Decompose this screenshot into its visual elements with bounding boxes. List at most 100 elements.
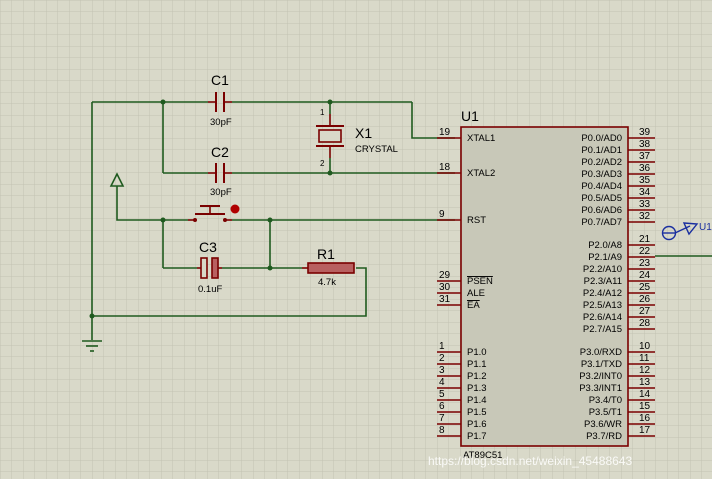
c2-ref: C2 bbox=[211, 144, 229, 160]
c2-value: 30pF bbox=[210, 187, 232, 198]
pin-name: P3.7/RD bbox=[586, 431, 622, 442]
pin-number: 27 bbox=[639, 306, 651, 317]
pin-name: P0.2/AD2 bbox=[581, 157, 622, 168]
pin-number: 35 bbox=[639, 175, 651, 186]
pin-name: P1.0 bbox=[467, 347, 487, 358]
pin-number: 4 bbox=[439, 377, 445, 388]
pin-name: P0.6/AD6 bbox=[581, 205, 622, 216]
pin-number: 15 bbox=[639, 401, 651, 412]
schematic-canvas[interactable]: C1 30pF C2 30pF 1 2 X1 CRYSTAL C3 0.1uF … bbox=[0, 0, 712, 479]
pin-number: 7 bbox=[439, 413, 445, 424]
c1-ref: C1 bbox=[211, 72, 229, 88]
pin-name: P3.1/TXD bbox=[581, 359, 622, 370]
pin-number: 32 bbox=[639, 211, 651, 222]
pin-name: P0.0/AD0 bbox=[581, 133, 622, 144]
pin-name: P1.7 bbox=[467, 431, 487, 442]
pin-name: P1.4 bbox=[467, 395, 487, 406]
pin-number: 17 bbox=[639, 425, 651, 436]
junction-dot bbox=[267, 265, 273, 271]
offpage-label: U1 bbox=[699, 222, 712, 233]
pin-name: P3.2/INT0 bbox=[579, 371, 622, 382]
r1-value: 4.7k bbox=[318, 277, 336, 288]
pin-number: 30 bbox=[439, 282, 451, 293]
pin-name: P0.7/AD7 bbox=[581, 217, 622, 228]
chip-ref: U1 bbox=[461, 108, 479, 124]
pin-number: 39 bbox=[639, 127, 651, 138]
pin-name: P2.6/A14 bbox=[583, 312, 622, 323]
pin-number: 14 bbox=[639, 389, 651, 400]
pin-number: 21 bbox=[639, 234, 651, 245]
pin-name: P1.5 bbox=[467, 407, 487, 418]
pin-name: P1.3 bbox=[467, 383, 487, 394]
pin-name: PSEN bbox=[467, 276, 493, 287]
x1-pin1: 1 bbox=[320, 108, 325, 117]
x1-ref: X1 bbox=[355, 125, 372, 141]
pin-number: 34 bbox=[639, 187, 651, 198]
pin-number: 31 bbox=[439, 294, 451, 305]
junction-dot bbox=[160, 217, 166, 223]
pin-number: 29 bbox=[439, 270, 451, 281]
pin-name: P1.1 bbox=[467, 359, 487, 370]
pin-name: P2.5/A13 bbox=[583, 300, 622, 311]
pin-number: 23 bbox=[639, 258, 651, 269]
pin-name: P2.1/A9 bbox=[588, 252, 622, 263]
pin-number: 12 bbox=[639, 365, 651, 376]
pin-name: P0.3/AD3 bbox=[581, 169, 622, 180]
pin-name: RST bbox=[467, 215, 486, 226]
pin-number: 2 bbox=[439, 353, 445, 364]
c3-value: 0.1uF bbox=[198, 284, 222, 295]
pin-number: 11 bbox=[639, 353, 650, 364]
pin-name: P3.0/RXD bbox=[580, 347, 622, 358]
pin-name: P2.7/A15 bbox=[583, 324, 622, 335]
pin-number: 38 bbox=[639, 139, 651, 150]
pin-name: P1.2 bbox=[467, 371, 487, 382]
pin-name: P3.5/T1 bbox=[589, 407, 622, 418]
pin-name: XTAL2 bbox=[467, 168, 495, 179]
pin-name: P0.1/AD1 bbox=[581, 145, 622, 156]
pin-number: 10 bbox=[639, 341, 651, 352]
pin-name: XTAL1 bbox=[467, 133, 495, 144]
pin-number: 1 bbox=[439, 341, 445, 352]
pin-number: 22 bbox=[639, 246, 651, 257]
pin-number: 9 bbox=[439, 209, 445, 220]
button-actuator-icon[interactable] bbox=[230, 204, 240, 214]
pin-name: P3.6/WR bbox=[584, 419, 622, 430]
pin-name: P0.4/AD4 bbox=[581, 181, 622, 192]
junction-dot bbox=[327, 170, 333, 176]
chip-u1[interactable]: U1 AT89C51 19XTAL118XTAL29RST29PSEN30ALE… bbox=[437, 108, 655, 461]
pin-name: P0.5/AD5 bbox=[581, 193, 622, 204]
pin-name: P2.3/A11 bbox=[584, 276, 622, 287]
pin-number: 26 bbox=[639, 294, 651, 305]
pin-name: P3.3/INT1 bbox=[579, 383, 622, 394]
pin-number: 16 bbox=[639, 413, 651, 424]
pin-number: 25 bbox=[639, 282, 651, 293]
pin-number: 37 bbox=[639, 151, 651, 162]
pin-number: 24 bbox=[639, 270, 651, 281]
pin-number: 28 bbox=[639, 318, 651, 329]
pin-number: 19 bbox=[439, 127, 451, 138]
pin-number: 13 bbox=[639, 377, 651, 388]
pin-number: 5 bbox=[439, 389, 445, 400]
pin-number: 6 bbox=[439, 401, 445, 412]
pin-number: 18 bbox=[439, 162, 451, 173]
c3-ref: C3 bbox=[199, 239, 217, 255]
x1-value: CRYSTAL bbox=[355, 144, 398, 155]
watermark: https://blog.csdn.net/weixin_45488643 bbox=[428, 454, 632, 468]
pin-number: 8 bbox=[439, 425, 445, 436]
pin-number: 3 bbox=[439, 365, 445, 376]
pin-name: P2.4/A12 bbox=[583, 288, 622, 299]
c1-value: 30pF bbox=[210, 117, 232, 128]
x1-pin2: 2 bbox=[320, 159, 325, 168]
pin-name: ALE bbox=[467, 288, 485, 299]
junction-dot bbox=[89, 313, 95, 319]
pin-name: EA bbox=[467, 300, 480, 311]
r1-ref: R1 bbox=[317, 246, 335, 262]
pin-name: P3.4/T0 bbox=[589, 395, 622, 406]
pin-number: 33 bbox=[639, 199, 651, 210]
junction-dot bbox=[267, 217, 273, 223]
chip-right-pins: 39 P0.0/AD0 38 P0.1/AD1 37 P0.2/AD2 36 P0.3/AD3… bbox=[579, 127, 655, 442]
pin-name: P2.2/A10 bbox=[583, 264, 622, 275]
pin-number: 36 bbox=[639, 163, 651, 174]
pin-name: P2.0/A8 bbox=[588, 240, 622, 251]
pin-name: P1.6 bbox=[467, 419, 487, 430]
